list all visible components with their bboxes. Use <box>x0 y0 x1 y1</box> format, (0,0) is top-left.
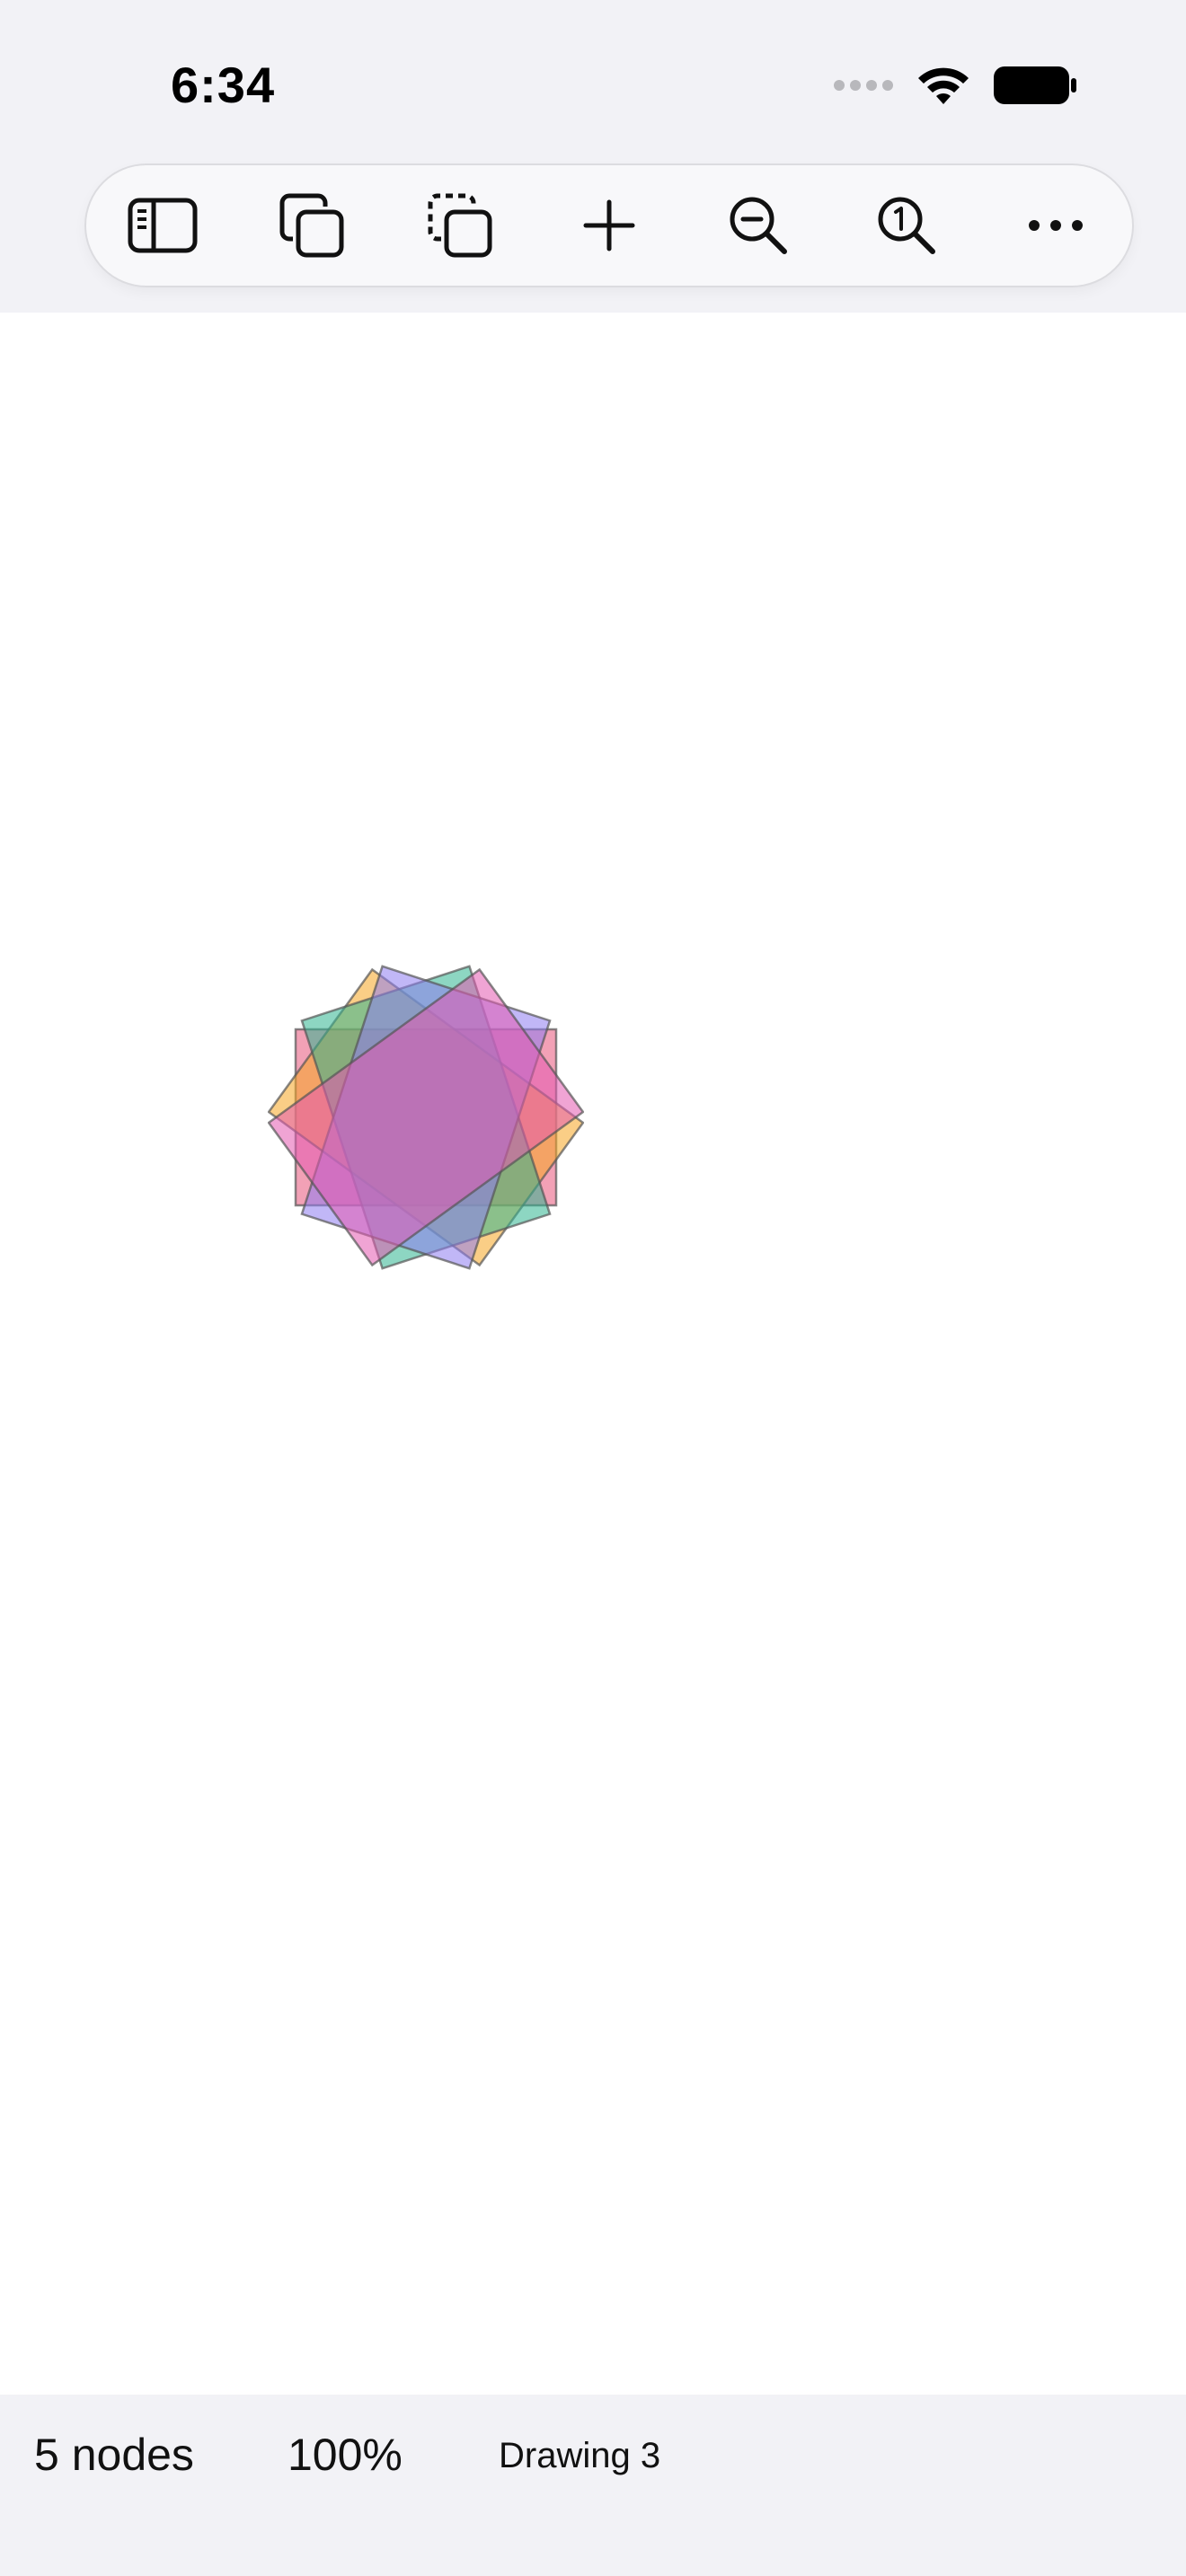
add-button[interactable] <box>560 176 659 275</box>
duplicate-button[interactable] <box>262 176 361 275</box>
drawing-canvas[interactable] <box>0 313 1186 2395</box>
duplicate-dashed-icon <box>428 193 492 258</box>
zoom-level[interactable]: 100% <box>288 2429 403 2481</box>
status-footer: 5 nodes 100% Drawing 3 <box>0 2395 1186 2576</box>
more-icon <box>1028 220 1083 231</box>
document-name[interactable]: Drawing 3 <box>499 2436 660 2476</box>
sidebar-button[interactable] <box>113 176 212 275</box>
cellular-signal-icon <box>834 80 893 91</box>
more-button[interactable] <box>1006 176 1105 275</box>
sidebar-icon <box>128 198 198 253</box>
actual-size-button[interactable] <box>857 176 956 275</box>
status-time: 6:34 <box>171 57 276 113</box>
plus-icon <box>583 199 635 251</box>
zoom-out-icon <box>730 197 787 254</box>
node-count: 5 nodes <box>34 2430 194 2480</box>
top-area: 6:34 <box>0 0 1186 313</box>
app-screen: 6:34 5 nodes 100% Drawing 3 <box>0 0 1186 2576</box>
zoom-out-button[interactable] <box>709 176 808 275</box>
toolbar <box>86 165 1132 286</box>
wifi-icon <box>918 67 969 104</box>
rect-pink[interactable] <box>268 967 584 1267</box>
duplicate-icon <box>279 193 344 258</box>
zoom-actual-size-icon <box>878 197 936 254</box>
duplicate-selection-button[interactable] <box>411 176 509 275</box>
battery-icon <box>994 66 1076 104</box>
status-indicators <box>832 65 1078 106</box>
shape-group[interactable] <box>268 965 584 1270</box>
